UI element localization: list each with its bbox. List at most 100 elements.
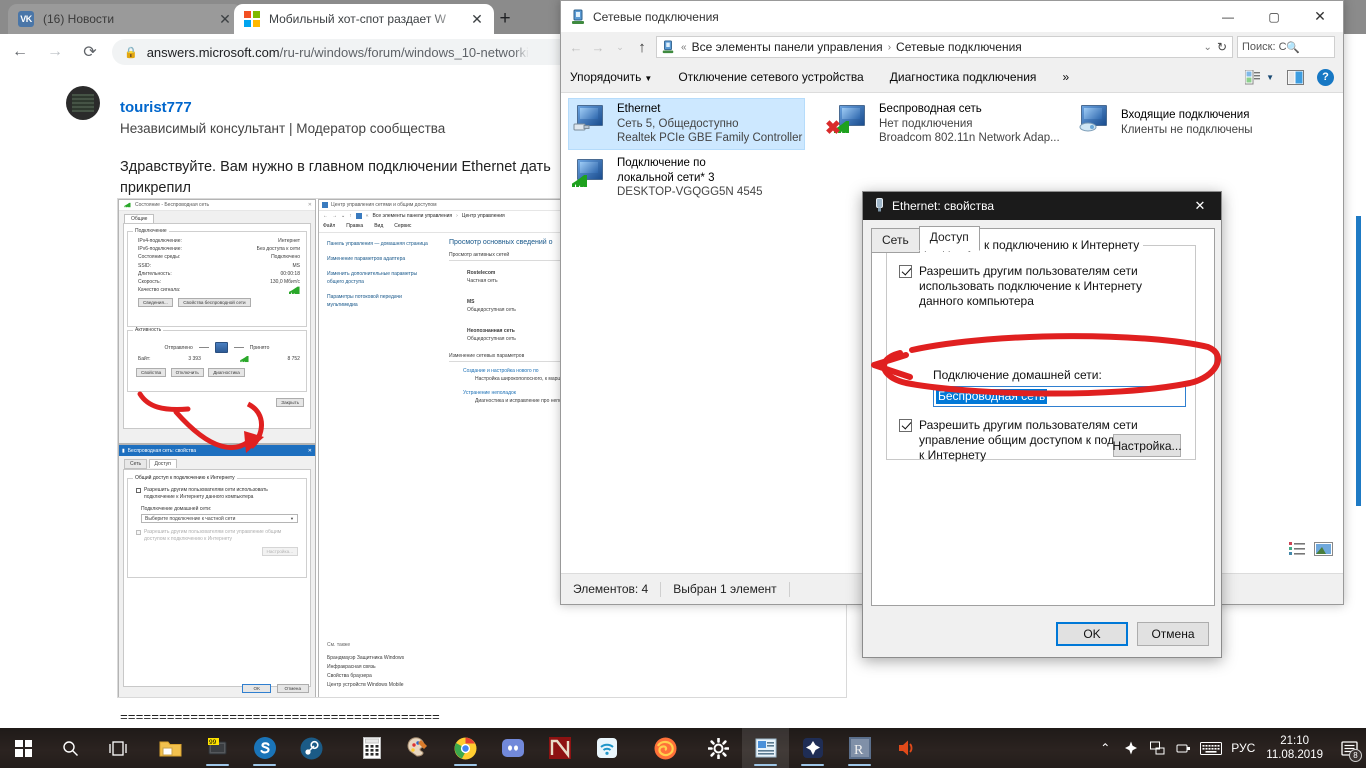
connection-item-wireless[interactable]: ✖ Беспроводная сеть Нет подключения Broa…: [825, 99, 1066, 149]
checkbox[interactable]: [899, 419, 912, 432]
forward-icon[interactable]: →: [332, 213, 337, 219]
embedded-close-button[interactable]: Закрыть: [276, 398, 304, 407]
close-icon[interactable]: ✕: [308, 202, 312, 208]
sidebar-link[interactable]: Изменение параметров адаптера: [327, 255, 434, 263]
embedded-tab-network[interactable]: Сеть: [124, 459, 148, 469]
browser-tab-microsoft[interactable]: Мобильный хот-спот раздает W ✕: [234, 4, 494, 34]
embedded-diagnose-button[interactable]: Диагностика: [208, 368, 245, 378]
back-icon[interactable]: ←: [565, 36, 587, 58]
checkbox[interactable]: [136, 488, 141, 493]
menu-edit[interactable]: Правка: [346, 223, 363, 229]
sidebar-link[interactable]: Изменить дополнительные параметры общего…: [327, 270, 434, 286]
forward-icon[interactable]: →: [587, 36, 609, 58]
checkbox[interactable]: [136, 530, 141, 535]
embedded-settings-button[interactable]: Настройка...: [261, 547, 298, 556]
chevron-down-icon[interactable]: ⌄: [609, 36, 631, 58]
overflow-button[interactable]: »: [1062, 70, 1069, 84]
see-also-link[interactable]: Инфракрасная связь: [327, 663, 404, 672]
skype-button[interactable]: [241, 728, 288, 768]
search-button[interactable]: [47, 728, 94, 768]
minimize-button[interactable]: —: [1205, 1, 1251, 32]
close-button[interactable]: ✕: [1297, 1, 1343, 32]
notification-center-button[interactable]: 8: [1332, 728, 1366, 768]
r-game-button[interactable]: R: [836, 728, 883, 768]
monitor-app-button[interactable]: 99: [194, 728, 241, 768]
embedded-disable-button[interactable]: Отключить: [170, 368, 204, 378]
history-icon[interactable]: ⌄: [341, 213, 345, 219]
menu-view[interactable]: Вид: [374, 223, 383, 229]
wifi-app-button[interactable]: [583, 728, 630, 768]
steam-button[interactable]: [288, 728, 335, 768]
firefox-button[interactable]: [642, 728, 689, 768]
sidebar-link[interactable]: Панель управления — домашняя страница: [327, 240, 434, 248]
new-tab-button[interactable]: +: [492, 8, 518, 30]
menu-file[interactable]: Файл: [323, 223, 335, 229]
task-view-button[interactable]: [94, 728, 141, 768]
keyboard-tray-icon[interactable]: [1196, 728, 1226, 768]
paint-button[interactable]: [395, 728, 442, 768]
embedded-wireless-props-button[interactable]: Свойства беспроводной сети: [178, 298, 251, 308]
discord-button[interactable]: [489, 728, 536, 768]
volume-app-button[interactable]: [883, 728, 930, 768]
up-icon[interactable]: ↑: [349, 213, 352, 219]
refresh-icon[interactable]: ↻: [1214, 40, 1230, 54]
language-indicator[interactable]: РУС: [1226, 728, 1260, 768]
network-tray-icon[interactable]: [1144, 728, 1170, 768]
help-button[interactable]: ?: [1317, 68, 1334, 86]
back-icon[interactable]: ←: [5, 37, 35, 67]
tab-sharing[interactable]: Доступ: [918, 226, 980, 251]
forward-icon[interactable]: →: [40, 37, 70, 67]
plus-app-button[interactable]: [789, 728, 836, 768]
embedded-tab-general[interactable]: Общие: [124, 214, 155, 223]
clock[interactable]: 21:10 11.08.2019: [1260, 734, 1332, 762]
connection-item-ethernet[interactable]: Ethernet Сеть 5, Общедоступно Realtek PC…: [568, 98, 805, 150]
post-author-link[interactable]: tourist777: [120, 99, 192, 116]
calculator-button[interactable]: [348, 728, 395, 768]
diagnose-connection-button[interactable]: Диагностика подключения: [890, 70, 1037, 84]
tray-expand-icon[interactable]: ⌃: [1092, 728, 1118, 768]
see-also-link[interactable]: Свойства браузера: [327, 672, 404, 681]
see-also-link[interactable]: Центр устройств Windows Mobile: [327, 681, 404, 690]
embedded-checkbox-row[interactable]: Разрешить другим пользователям сети испо…: [128, 484, 306, 501]
cancel-button[interactable]: Отмена: [1137, 622, 1209, 646]
change-view-button[interactable]: ▼: [1245, 69, 1274, 85]
file-explorer-button[interactable]: [147, 728, 194, 768]
usb-tray-icon[interactable]: [1170, 728, 1196, 768]
organize-button[interactable]: Упорядочить ▼: [570, 70, 652, 84]
close-button[interactable]: ✕: [1179, 192, 1221, 220]
dota-button[interactable]: [536, 728, 583, 768]
browser-tab-vk[interactable]: VK (16) Новости ✕: [8, 4, 242, 34]
search-input[interactable]: Поиск: С... 🔍: [1237, 36, 1335, 58]
breadcrumb-item-network-connections[interactable]: Сетевые подключения: [893, 40, 1025, 54]
connection-item-incoming[interactable]: Входящие подключения Клиенты не подключе…: [1073, 99, 1308, 149]
embedded-home-combo[interactable]: Выберите подключение к частной сети ▼: [141, 514, 298, 523]
back-icon[interactable]: ←: [323, 213, 328, 219]
embedded-props-button[interactable]: Свойства: [136, 368, 167, 378]
allow-others-use-checkbox-row[interactable]: Разрешить другим пользователям сети испо…: [899, 264, 1184, 309]
large-icons-view-button[interactable]: [1314, 542, 1333, 561]
breadcrumb-item-control-panel[interactable]: Все элементы панели управления: [689, 40, 886, 54]
window-titlebar[interactable]: Сетевые подключения — ▢ ✕: [561, 1, 1343, 32]
page-scrollbar-thumb[interactable]: [1356, 216, 1361, 506]
up-icon[interactable]: ↑: [631, 36, 653, 58]
home-network-combo[interactable]: Беспроводная сеть: [933, 386, 1186, 407]
embedded-ok-button[interactable]: OK: [242, 684, 272, 693]
preview-pane-button[interactable]: [1287, 69, 1304, 85]
address-bar[interactable]: 🔒 answers.microsoft.com/ru-ru/windows/fo…: [112, 39, 624, 65]
settings-button[interactable]: Настройка...: [1112, 434, 1182, 457]
tab-network[interactable]: Сеть: [871, 228, 920, 253]
ok-button[interactable]: OK: [1056, 622, 1128, 646]
sidebar-link[interactable]: Параметры потоковой передачи мультимедиа: [327, 293, 434, 309]
menu-tools[interactable]: Сервис: [394, 223, 411, 229]
close-icon[interactable]: ✕: [468, 10, 486, 28]
chrome-button[interactable]: [442, 728, 489, 768]
embedded-cancel-button[interactable]: Отмена: [276, 684, 309, 693]
start-button[interactable]: [0, 728, 47, 768]
breadcrumb[interactable]: « Все элементы панели управления › Сетев…: [656, 36, 1233, 58]
close-icon[interactable]: ✕: [216, 10, 234, 28]
close-icon[interactable]: ✕: [308, 448, 312, 454]
chevron-down-icon[interactable]: ⌄: [1202, 42, 1214, 53]
checkbox[interactable]: [899, 265, 912, 278]
network-connections-taskbar-button[interactable]: [742, 728, 789, 768]
reload-icon[interactable]: ⟳: [75, 37, 105, 67]
